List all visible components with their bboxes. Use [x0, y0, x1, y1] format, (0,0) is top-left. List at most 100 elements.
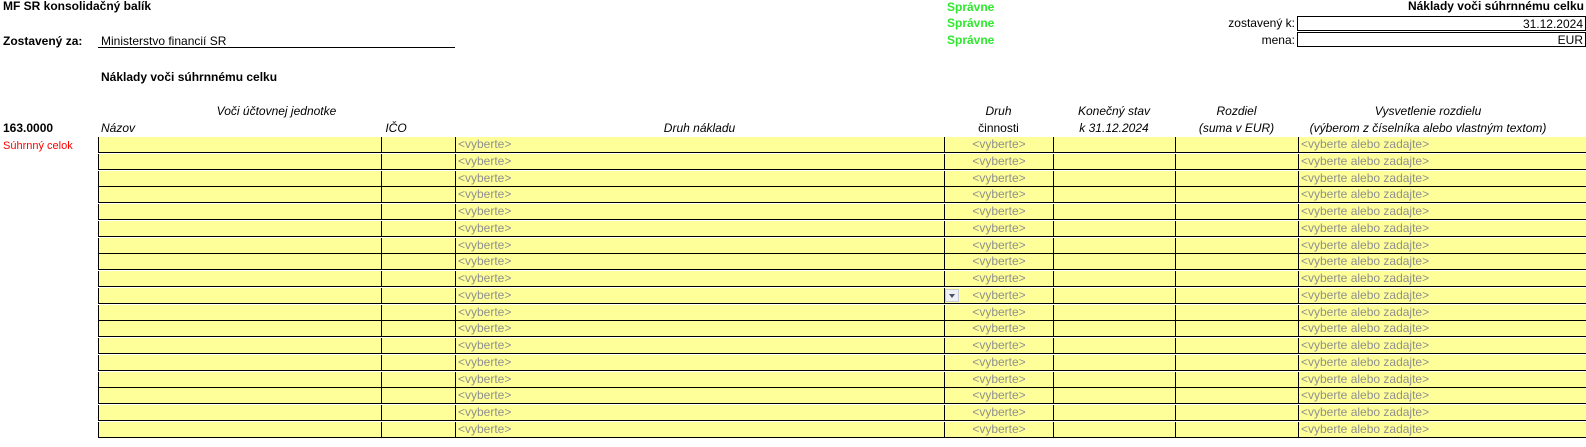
druh-nakladu-select[interactable]: <vyberte>	[455, 405, 944, 420]
druh-nakladu-select[interactable]: <vyberte>	[455, 221, 944, 236]
rozdiel-cell[interactable]	[1175, 355, 1298, 370]
nazov-cell[interactable]	[98, 137, 381, 152]
druh-nakladu-select[interactable]: <vyberte>	[455, 338, 944, 353]
ico-cell[interactable]	[381, 338, 455, 353]
vysvetlenie-combo[interactable]: <vyberte alebo zadajte>	[1298, 171, 1586, 186]
zostaveny-k-field[interactable]: 31.12.2024	[1297, 16, 1586, 31]
ico-cell[interactable]	[381, 187, 455, 202]
ico-cell[interactable]	[381, 305, 455, 320]
rozdiel-cell[interactable]	[1175, 171, 1298, 186]
vysvetlenie-combo[interactable]: <vyberte alebo zadajte>	[1298, 422, 1586, 437]
vysvetlenie-combo[interactable]: <vyberte alebo zadajte>	[1298, 204, 1586, 219]
nazov-cell[interactable]	[98, 154, 381, 169]
druh-nakladu-select[interactable]: <vyberte>	[455, 171, 944, 186]
rozdiel-cell[interactable]	[1175, 154, 1298, 169]
ico-cell[interactable]	[381, 355, 455, 370]
konecny-stav-cell[interactable]	[1053, 388, 1175, 403]
nazov-cell[interactable]	[98, 422, 381, 437]
druh-nakladu-select[interactable]: <vyberte>	[455, 372, 944, 387]
rozdiel-cell[interactable]	[1175, 204, 1298, 219]
rozdiel-cell[interactable]	[1175, 321, 1298, 336]
druh-cinnosti-select[interactable]: <vyberte>	[944, 321, 1053, 336]
ico-cell[interactable]	[381, 204, 455, 219]
vysvetlenie-combo[interactable]: <vyberte alebo zadajte>	[1298, 271, 1586, 286]
vysvetlenie-combo[interactable]: <vyberte alebo zadajte>	[1298, 305, 1586, 320]
nazov-cell[interactable]	[98, 321, 381, 336]
ico-cell[interactable]	[381, 254, 455, 269]
vysvetlenie-combo[interactable]: <vyberte alebo zadajte>	[1298, 405, 1586, 420]
konecny-stav-cell[interactable]	[1053, 254, 1175, 269]
ico-cell[interactable]	[381, 321, 455, 336]
konecny-stav-cell[interactable]	[1053, 338, 1175, 353]
druh-nakladu-select[interactable]: <vyberte>	[455, 254, 944, 269]
nazov-cell[interactable]	[98, 271, 381, 286]
druh-cinnosti-select[interactable]: <vyberte>	[944, 271, 1053, 286]
nazov-cell[interactable]	[98, 187, 381, 202]
vysvetlenie-combo[interactable]: <vyberte alebo zadajte>	[1298, 355, 1586, 370]
druh-cinnosti-select[interactable]: <vyberte>	[944, 238, 1053, 253]
konecny-stav-cell[interactable]	[1053, 221, 1175, 236]
nazov-cell[interactable]	[98, 405, 381, 420]
druh-cinnosti-select[interactable]: <vyberte>	[944, 221, 1053, 236]
ico-cell[interactable]	[381, 388, 455, 403]
vysvetlenie-combo[interactable]: <vyberte alebo zadajte>	[1298, 238, 1586, 253]
rozdiel-cell[interactable]	[1175, 137, 1298, 152]
mena-field[interactable]: EUR	[1297, 32, 1586, 47]
konecny-stav-cell[interactable]	[1053, 422, 1175, 437]
rozdiel-cell[interactable]	[1175, 254, 1298, 269]
druh-cinnosti-select[interactable]: <vyberte>	[944, 305, 1053, 320]
vysvetlenie-combo[interactable]: <vyberte alebo zadajte>	[1298, 254, 1586, 269]
druh-nakladu-select[interactable]: <vyberte>	[455, 321, 944, 336]
nazov-cell[interactable]	[98, 372, 381, 387]
konecny-stav-cell[interactable]	[1053, 154, 1175, 169]
druh-nakladu-select[interactable]: <vyberte>	[455, 305, 944, 320]
ico-cell[interactable]	[381, 238, 455, 253]
konecny-stav-cell[interactable]	[1053, 171, 1175, 186]
ico-cell[interactable]	[381, 137, 455, 152]
druh-nakladu-select[interactable]: <vyberte>	[455, 187, 944, 202]
ico-cell[interactable]	[381, 271, 455, 286]
vysvetlenie-combo[interactable]: <vyberte alebo zadajte>	[1298, 388, 1586, 403]
rozdiel-cell[interactable]	[1175, 271, 1298, 286]
ico-cell[interactable]	[381, 288, 455, 303]
nazov-cell[interactable]	[98, 355, 381, 370]
vysvetlenie-combo[interactable]: <vyberte alebo zadajte>	[1298, 154, 1586, 169]
druh-cinnosti-select[interactable]: <vyberte>	[944, 187, 1053, 202]
druh-nakladu-select[interactable]: <vyberte>	[455, 288, 944, 303]
druh-nakladu-select[interactable]: <vyberte>	[455, 355, 944, 370]
druh-cinnosti-select[interactable]: <vyberte>	[944, 355, 1053, 370]
nazov-cell[interactable]	[98, 254, 381, 269]
vysvetlenie-combo[interactable]: <vyberte alebo zadajte>	[1298, 187, 1586, 202]
vysvetlenie-combo[interactable]: <vyberte alebo zadajte>	[1298, 372, 1586, 387]
nazov-cell[interactable]	[98, 238, 381, 253]
rozdiel-cell[interactable]	[1175, 221, 1298, 236]
rozdiel-cell[interactable]	[1175, 238, 1298, 253]
druh-cinnosti-select[interactable]: <vyberte>	[944, 288, 1053, 303]
druh-nakladu-select[interactable]: <vyberte>	[455, 238, 944, 253]
konecny-stav-cell[interactable]	[1053, 355, 1175, 370]
druh-nakladu-select[interactable]: <vyberte>	[455, 137, 944, 152]
druh-nakladu-select[interactable]: <vyberte>	[455, 204, 944, 219]
nazov-cell[interactable]	[98, 305, 381, 320]
rozdiel-cell[interactable]	[1175, 388, 1298, 403]
druh-nakladu-select[interactable]: <vyberte>	[455, 154, 944, 169]
druh-cinnosti-select[interactable]: <vyberte>	[944, 372, 1053, 387]
druh-cinnosti-select[interactable]: <vyberte>	[944, 405, 1053, 420]
rozdiel-cell[interactable]	[1175, 288, 1298, 303]
nazov-cell[interactable]	[98, 221, 381, 236]
vysvetlenie-combo[interactable]: <vyberte alebo zadajte>	[1298, 137, 1586, 152]
konecny-stav-cell[interactable]	[1053, 288, 1175, 303]
rozdiel-cell[interactable]	[1175, 187, 1298, 202]
konecny-stav-cell[interactable]	[1053, 405, 1175, 420]
ico-cell[interactable]	[381, 422, 455, 437]
rozdiel-cell[interactable]	[1175, 305, 1298, 320]
nazov-cell[interactable]	[98, 171, 381, 186]
druh-cinnosti-select[interactable]: <vyberte>	[944, 171, 1053, 186]
dropdown-arrow-icon[interactable]	[945, 289, 959, 302]
druh-cinnosti-select[interactable]: <vyberte>	[944, 154, 1053, 169]
konecny-stav-cell[interactable]	[1053, 204, 1175, 219]
ico-cell[interactable]	[381, 372, 455, 387]
vysvetlenie-combo[interactable]: <vyberte alebo zadajte>	[1298, 221, 1586, 236]
druh-nakladu-select[interactable]: <vyberte>	[455, 271, 944, 286]
druh-cinnosti-select[interactable]: <vyberte>	[944, 204, 1053, 219]
